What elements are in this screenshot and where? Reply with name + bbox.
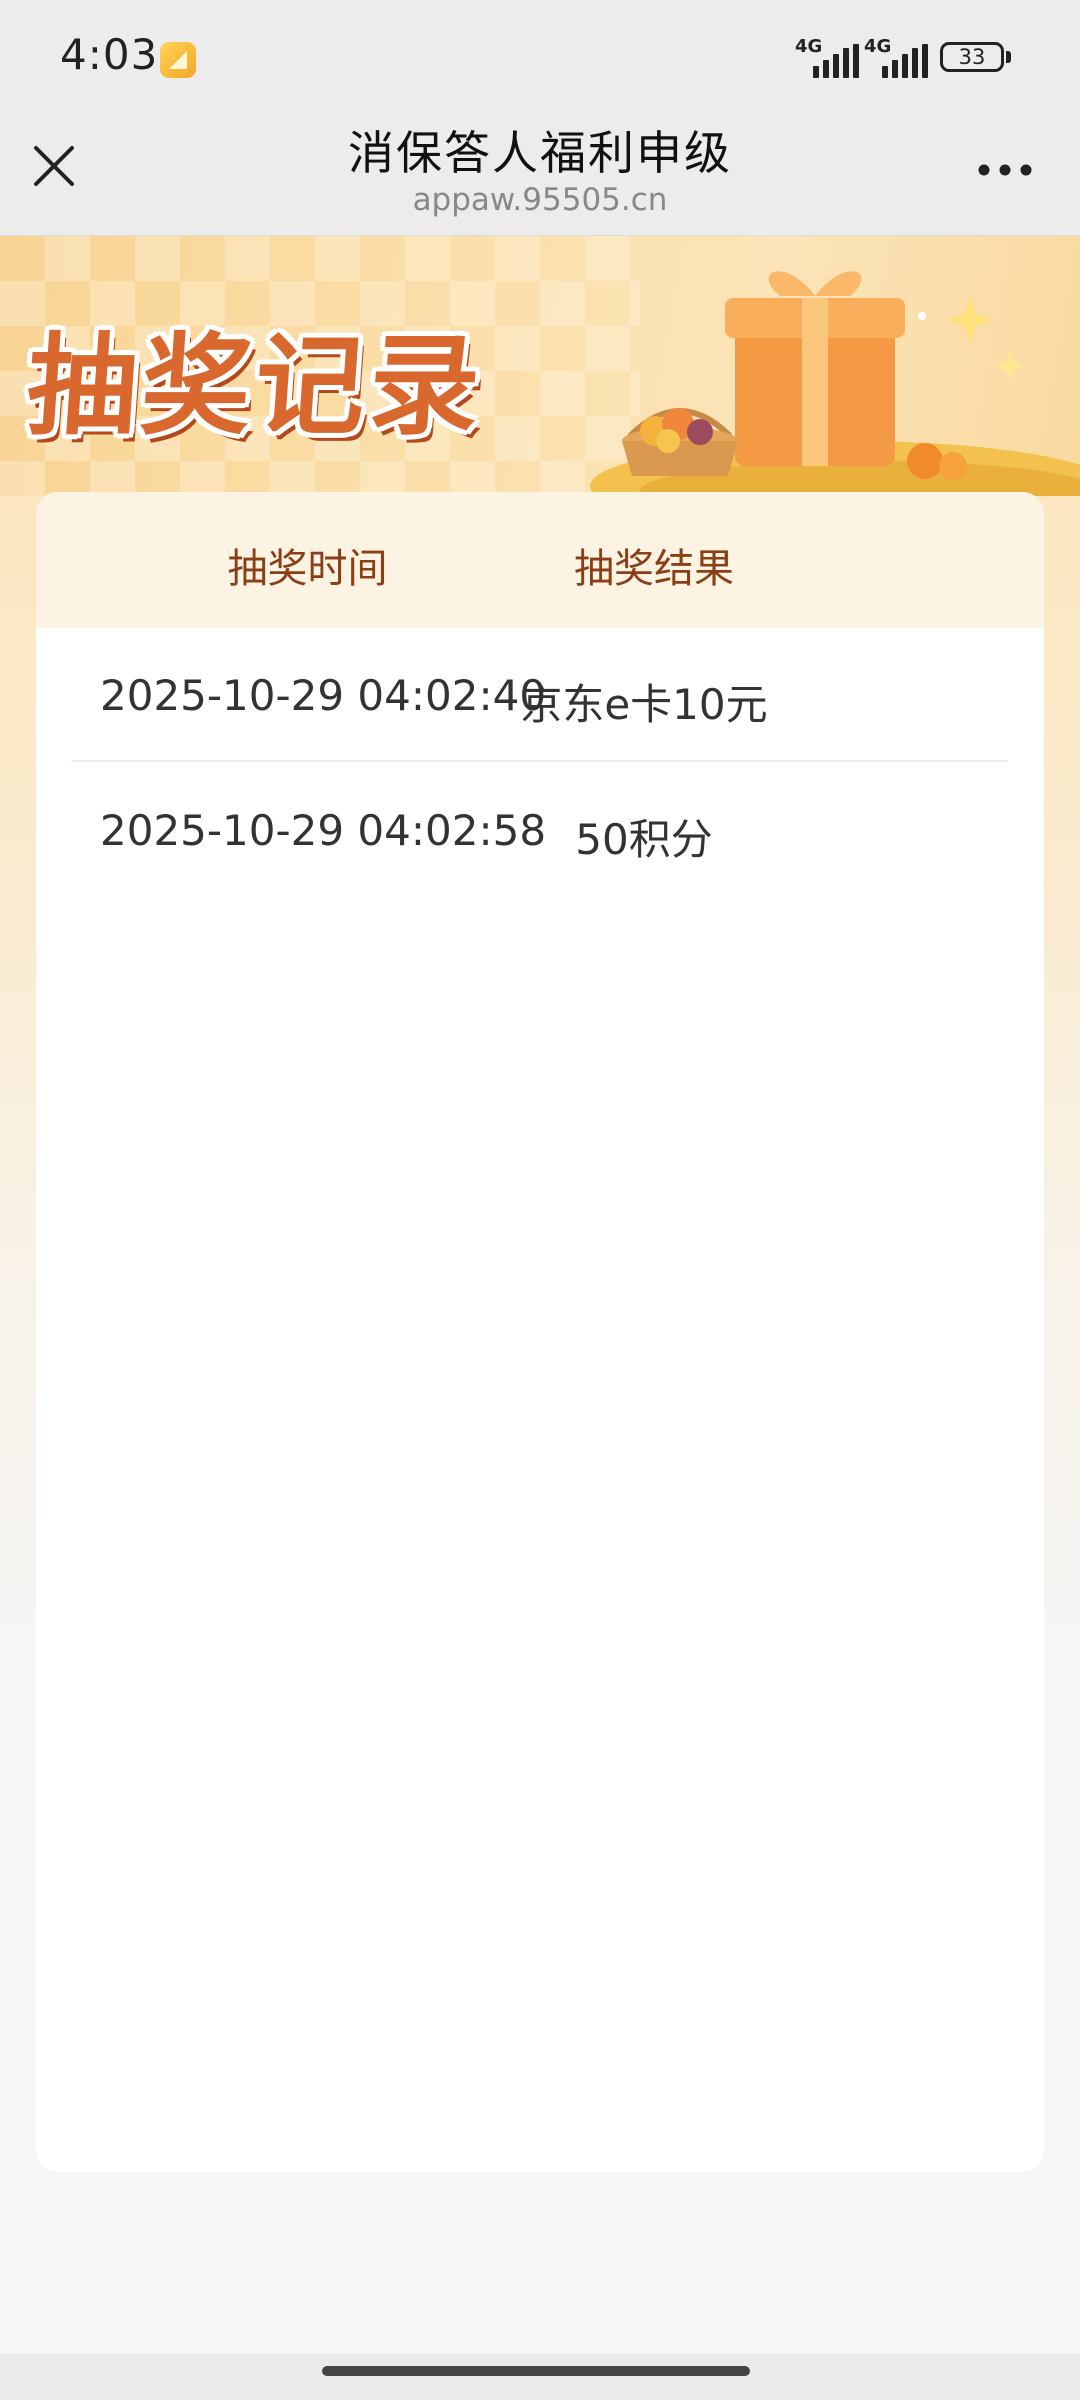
gesture-bar-area xyxy=(0,2354,1080,2400)
gift-box-illustration xyxy=(590,271,1080,496)
row-divider xyxy=(71,760,1007,762)
status-bar: 4:03 4G 4G 33 xyxy=(0,0,1080,105)
table-row: 2025-10-29 04:02:58 50积分 xyxy=(71,764,1007,899)
more-options-button[interactable] xyxy=(975,155,1035,185)
page-url: appaw.95505.cn xyxy=(412,182,668,218)
nav-bar: 消保答人福利申级 appaw.95505.cn xyxy=(0,105,1080,236)
lottery-record-card: 抽奖时间 抽奖结果 2025-10-29 04:02:40 京东e卡10元 20… xyxy=(36,492,1044,2172)
status-time: 4:03 xyxy=(60,30,159,79)
draw-result: 50积分 xyxy=(575,815,713,864)
header-draw-result-label: 抽奖结果 xyxy=(574,546,734,592)
banner-title: 抽奖记录 xyxy=(22,321,488,450)
banner: 抽奖记录 xyxy=(0,236,1080,496)
cellular-signal-icon-2: 4G xyxy=(864,36,928,78)
battery-icon: 33 xyxy=(940,42,1004,72)
battery-tip xyxy=(1006,51,1011,63)
notification-app-icon xyxy=(160,42,196,78)
table-row: 2025-10-29 04:02:40 京东e卡10元 xyxy=(71,629,1007,764)
cellular-signal-icon: 4G xyxy=(795,36,859,78)
table-header: 抽奖时间 抽奖结果 xyxy=(36,492,1044,628)
draw-result: 京东e卡10元 xyxy=(520,680,768,729)
home-indicator[interactable] xyxy=(322,2366,750,2376)
more-icon xyxy=(978,164,1032,176)
page-title: 消保答人福利申级 xyxy=(348,126,732,180)
battery-level: 33 xyxy=(958,45,986,69)
